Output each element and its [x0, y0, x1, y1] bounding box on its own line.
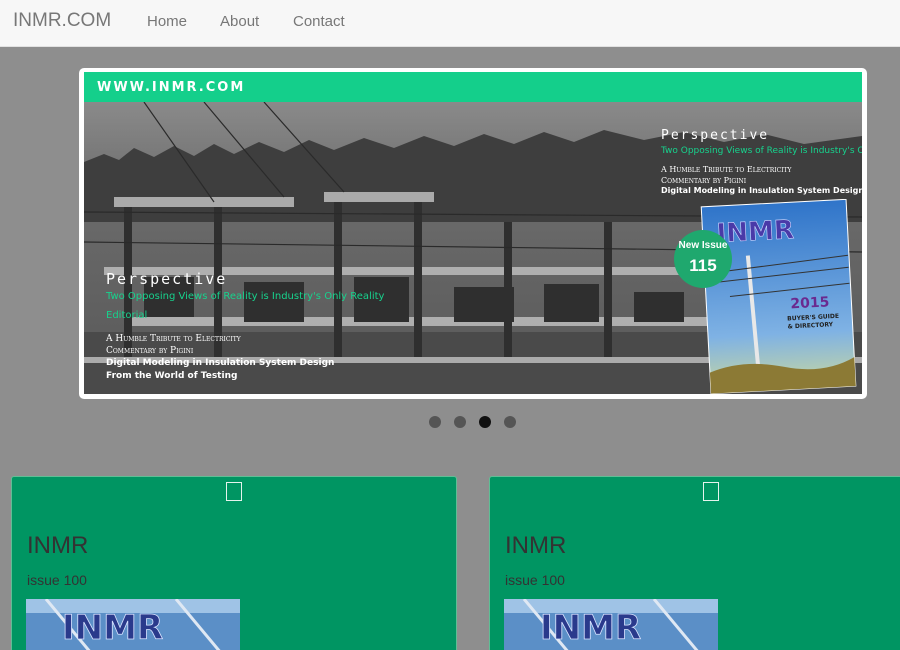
carousel-indicator-4[interactable]	[504, 416, 516, 428]
carousel[interactable]: WWW.INMR.COM Perspective Two Opposing Vi…	[79, 68, 867, 399]
broken-image-icon	[226, 482, 242, 501]
slide-small-line-1: A Humble Tribute to Electricity	[106, 334, 241, 344]
nav-home-link[interactable]: Home	[147, 13, 187, 30]
slide-site-url: WWW.INMR.COM	[97, 80, 246, 95]
carousel-indicator-2[interactable]	[454, 416, 466, 428]
badge-issue-number: 115	[689, 256, 717, 275]
slide-header-bar: WWW.INMR.COM	[84, 72, 862, 102]
issue-card-2[interactable]: INMR issue 100 INMR	[489, 476, 900, 650]
slide-perspective-heading: Perspective	[106, 270, 228, 288]
slide-right-heading: Perspective	[661, 128, 770, 143]
card-thumbnail-text: INMR	[540, 608, 641, 648]
carousel-indicator-3[interactable]	[479, 416, 491, 428]
slide-bold-line-2: From the World of Testing	[106, 371, 238, 381]
card-cover-thumbnail[interactable]: INMR	[26, 599, 240, 650]
carousel-slide[interactable]: WWW.INMR.COM Perspective Two Opposing Vi…	[84, 72, 862, 394]
slide-small-line-2: Commentary by Pigini	[106, 346, 194, 356]
badge-label: New Issue	[678, 240, 728, 251]
card-thumbnail-text: INMR	[62, 608, 163, 648]
broken-image-icon	[703, 482, 719, 501]
magazine-cover-image: INMR 2015 BUYER'S GUIDE & DIRECTORY	[700, 199, 857, 394]
navbar: INMR.COM Home About Contact	[0, 0, 900, 47]
card-subtitle: issue 100	[27, 572, 87, 588]
card-cover-thumbnail[interactable]: INMR	[504, 599, 718, 650]
cover-year: 2015	[790, 294, 830, 312]
slide-right-small-line-2: Commentary by Pigini	[661, 176, 747, 185]
card-subtitle: issue 100	[505, 572, 565, 588]
slide-bold-line-1: Digital Modeling in Insulation System De…	[106, 358, 335, 368]
issue-card-1[interactable]: INMR issue 100 INMR	[11, 476, 457, 650]
nav-contact-link[interactable]: Contact	[293, 13, 345, 30]
slide-right-small-line-1: A Humble Tribute to Electricity	[661, 165, 792, 174]
card-title: INMR	[27, 532, 89, 559]
slide-right-bold-line: Digital Modeling in Insulation System De…	[661, 186, 862, 195]
nav-about-link[interactable]: About	[220, 13, 259, 30]
slide-green-line-2: Editorial	[106, 310, 148, 321]
slide-right-green-line: Two Opposing Views of Reality is Industr…	[661, 146, 862, 156]
card-title: INMR	[505, 532, 567, 559]
new-issue-badge: New Issue 115	[674, 230, 732, 288]
carousel-indicator-1[interactable]	[429, 416, 441, 428]
slide-green-line-1: Two Opposing Views of Reality is Industr…	[106, 291, 385, 302]
brand-link[interactable]: INMR.COM	[13, 10, 111, 32]
